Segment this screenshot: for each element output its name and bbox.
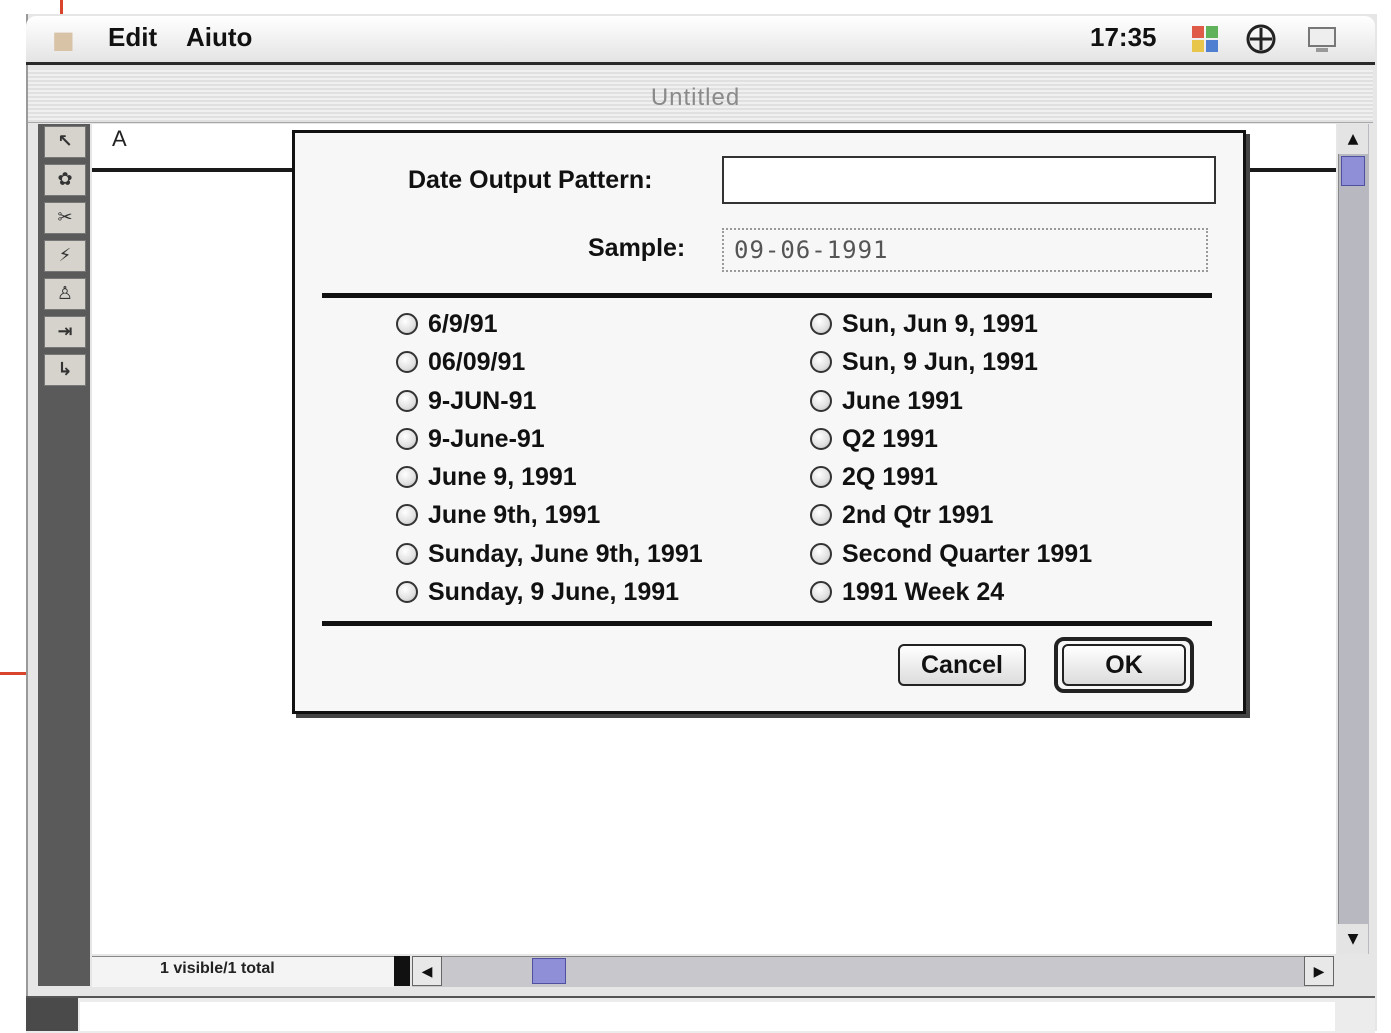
radio-option-sun-jun-9-1991[interactable]: Sun, Jun 9, 1991 — [810, 308, 1038, 340]
return-tool-icon[interactable]: ↳ — [44, 354, 86, 386]
radio-option-label: 2nd Qtr 1991 — [842, 500, 994, 529]
scroll-right-arrow-icon[interactable]: ▶ — [1304, 956, 1334, 986]
date-output-pattern-input[interactable] — [722, 156, 1216, 204]
radio-option-9-jun-91[interactable]: 9-JUN-91 — [396, 385, 536, 417]
radio-option-sunday-june-9th-1991[interactable]: Sunday, June 9th, 1991 — [396, 538, 703, 570]
horizontal-scroll-thumb[interactable] — [532, 958, 566, 984]
control-strip-icon[interactable] — [1244, 22, 1278, 56]
lower-window-content — [80, 1002, 1335, 1031]
radio-button-icon[interactable] — [396, 581, 418, 603]
radio-button-icon[interactable] — [810, 351, 832, 373]
radio-button-icon[interactable] — [396, 466, 418, 488]
menu-clock[interactable]: 17:35 — [1090, 22, 1157, 53]
pointer-tool-icon[interactable]: ↖ — [44, 126, 86, 158]
radio-option-june-9-1991[interactable]: June 9, 1991 — [396, 461, 577, 493]
top-separator — [322, 293, 1212, 298]
record-count-status: 1 visible/1 total — [160, 960, 275, 977]
cancel-button[interactable]: Cancel — [898, 644, 1026, 686]
radio-option-label: 9-June-91 — [428, 424, 545, 453]
sample-label: Sample: — [588, 234, 686, 262]
radio-option-sun-9-jun-1991[interactable]: Sun, 9 Jun, 1991 — [810, 346, 1038, 378]
menu-edit[interactable]: Edit — [108, 22, 157, 53]
scroll-left-arrow-icon[interactable]: ◀ — [412, 956, 442, 986]
bottom-separator — [322, 621, 1212, 626]
split-handle[interactable] — [394, 956, 410, 986]
radio-option-label: Q2 1991 — [842, 424, 938, 453]
radio-option-6-9-91[interactable]: 6/9/91 — [396, 308, 498, 340]
column-a-label: A — [112, 126, 127, 151]
radio-button-icon[interactable] — [810, 466, 832, 488]
radio-option-label: Sun, 9 Jun, 1991 — [842, 347, 1038, 376]
window-title: Untitled — [650, 84, 741, 111]
radio-option-sunday-9-june-1991[interactable]: Sunday, 9 June, 1991 — [396, 576, 679, 608]
scroll-down-arrow-icon[interactable]: ▼ — [1338, 924, 1368, 954]
scroll-up-arrow-icon[interactable]: ▲ — [1338, 124, 1368, 154]
radio-option-june-9th-1991[interactable]: June 9th, 1991 — [396, 499, 600, 531]
cut-tool-icon[interactable]: ✂ — [44, 202, 86, 234]
date-output-pattern-label: Date Output Pattern: — [408, 166, 653, 194]
radio-option-q2-1991[interactable]: Q2 1991 — [810, 423, 938, 455]
radio-button-icon[interactable] — [810, 581, 832, 603]
apple-menu-icon[interactable]: ■ — [52, 26, 78, 54]
radio-button-icon[interactable] — [396, 390, 418, 412]
radio-option-label: 1991 Week 24 — [842, 577, 1005, 606]
menu-aiuto[interactable]: Aiuto — [186, 22, 252, 53]
radio-option-label: 9-JUN-91 — [428, 386, 537, 415]
move-right-tool-icon[interactable]: ⇥ — [44, 316, 86, 348]
radio-option-label: 2Q 1991 — [842, 462, 938, 491]
radio-button-icon[interactable] — [810, 504, 832, 526]
radio-option-2q-1991[interactable]: 2Q 1991 — [810, 461, 938, 493]
vertical-scrollbar[interactable] — [1338, 124, 1369, 954]
lock-tool-icon[interactable]: ♙ — [44, 278, 86, 310]
vertical-scroll-thumb[interactable] — [1341, 156, 1365, 186]
radio-option-label: June 1991 — [842, 386, 963, 415]
radio-option-second-quarter-1991[interactable]: Second Quarter 1991 — [810, 538, 1092, 570]
radio-button-icon[interactable] — [396, 504, 418, 526]
radio-option-label: Sunday, 9 June, 1991 — [428, 577, 680, 606]
radio-option-label: June 9th, 1991 — [428, 500, 601, 529]
lower-palette-edge — [26, 998, 78, 1031]
radio-option-2nd-qtr-1991[interactable]: 2nd Qtr 1991 — [810, 499, 993, 531]
radio-button-icon[interactable] — [810, 428, 832, 450]
application-menu-icon[interactable] — [1188, 22, 1222, 56]
date-format-dialog — [292, 130, 1246, 714]
formula-tool-icon[interactable]: ⚡ — [44, 240, 86, 272]
screen: ■ Edit Aiuto 17:35 Untitled A ↖ ✿ ✂ ⚡ ♙ … — [0, 0, 1391, 1033]
radio-button-icon[interactable] — [396, 351, 418, 373]
radio-option-1991-week-24[interactable]: 1991 Week 24 — [810, 576, 1004, 608]
radio-option-label: Sunday, June 9th, 1991 — [428, 539, 703, 568]
radio-button-icon[interactable] — [396, 543, 418, 565]
radio-option-06-09-91[interactable]: 06/09/91 — [396, 346, 525, 378]
radio-button-icon[interactable] — [810, 313, 832, 335]
radio-button-icon[interactable] — [396, 313, 418, 335]
radio-button-icon[interactable] — [396, 428, 418, 450]
radio-option-label: 6/9/91 — [428, 309, 498, 338]
radio-option-label: Sun, Jun 9, 1991 — [842, 309, 1038, 338]
radio-option-9-june-91[interactable]: 9-June-91 — [396, 423, 545, 455]
radio-option-label: 06/09/91 — [428, 347, 526, 376]
radio-option-june-1991[interactable]: June 1991 — [810, 385, 963, 417]
radio-button-icon[interactable] — [810, 390, 832, 412]
monitor-icon[interactable] — [1306, 22, 1340, 56]
radio-option-label: Second Quarter 1991 — [842, 539, 1093, 568]
ok-button[interactable]: OK — [1062, 644, 1186, 686]
graphic-tool-icon[interactable]: ✿ — [44, 164, 86, 196]
radio-option-label: June 9, 1991 — [428, 462, 577, 491]
sample-output-field: 09-06-1991 — [722, 228, 1208, 272]
radio-button-icon[interactable] — [810, 543, 832, 565]
